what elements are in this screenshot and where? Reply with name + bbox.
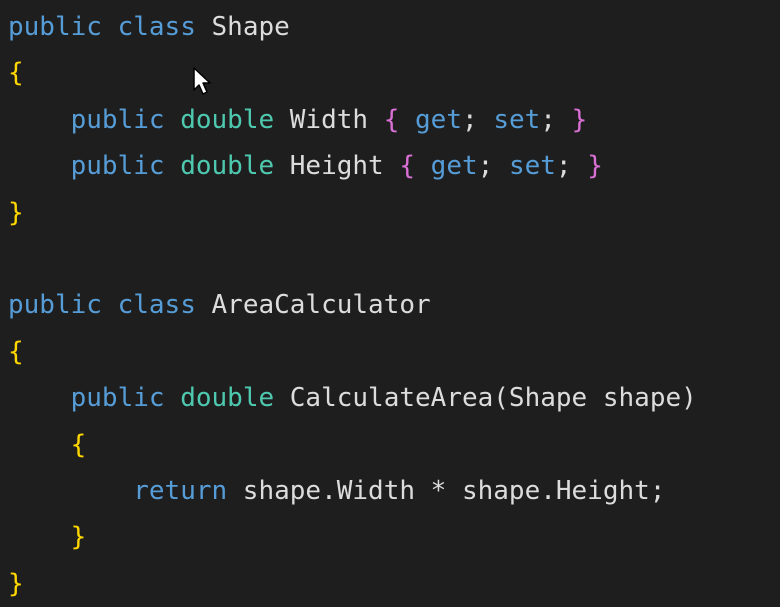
code-line: public class Shape — [8, 4, 697, 50]
code-token: ; — [540, 104, 572, 135]
code-token: CalculateArea — [289, 383, 494, 414]
code-token: get — [430, 151, 478, 182]
code-token: { — [383, 104, 400, 135]
code-token: { — [8, 58, 24, 89]
mouse-pointer-icon — [193, 67, 211, 95]
code-token: double — [180, 151, 275, 182]
code-token: } — [571, 104, 588, 135]
code-token: ; — [462, 104, 494, 135]
code-line: } — [8, 190, 697, 236]
code-token: public — [70, 104, 165, 135]
code-token: double — [180, 104, 275, 135]
code-token: { — [70, 429, 87, 460]
code-token: shape.Width * shape.Height; — [227, 475, 666, 506]
code-token: (Shape shape) — [493, 383, 697, 414]
code-token: public — [8, 290, 102, 321]
code-token: public — [70, 383, 165, 414]
code-token: ; — [555, 151, 588, 182]
code-block[interactable]: public class Shape { public double Width … — [8, 4, 697, 607]
code-token: Height — [289, 151, 384, 182]
code-token: } — [8, 197, 24, 228]
code-token: Width — [289, 104, 369, 135]
code-line: { — [8, 50, 697, 96]
code-token: public — [8, 12, 102, 42]
code-token: public — [70, 151, 165, 182]
code-token: class — [117, 290, 196, 321]
code-line: return shape.Width * shape.Height; — [8, 468, 697, 514]
code-token: return — [133, 475, 228, 506]
code-token: } — [587, 151, 603, 182]
code-line: public double Height { get; set; } — [8, 143, 697, 189]
code-token: } — [8, 568, 24, 599]
code-token: { — [8, 336, 24, 367]
code-line: } — [8, 514, 697, 560]
code-token: ; — [477, 151, 509, 182]
code-token: set — [493, 104, 541, 135]
code-line: public class AreaCalculator — [8, 282, 697, 328]
code-token: class — [117, 12, 196, 42]
code-token: } — [70, 522, 87, 553]
code-line: public double CalculateArea(Shape shape) — [8, 375, 697, 421]
code-token: double — [180, 383, 275, 414]
code-editor[interactable]: public class Shape { public double Width … — [0, 0, 780, 604]
code-line: public double Width { get; set; } — [8, 97, 697, 143]
code-line: } — [8, 561, 697, 607]
code-token: AreaCalculator — [211, 290, 431, 321]
code-token: get — [415, 104, 462, 135]
code-line: { — [8, 329, 697, 375]
code-line: { — [8, 422, 697, 468]
code-token: Shape — [211, 12, 290, 42]
code-token: set — [508, 151, 556, 182]
code-token: { — [399, 151, 416, 182]
